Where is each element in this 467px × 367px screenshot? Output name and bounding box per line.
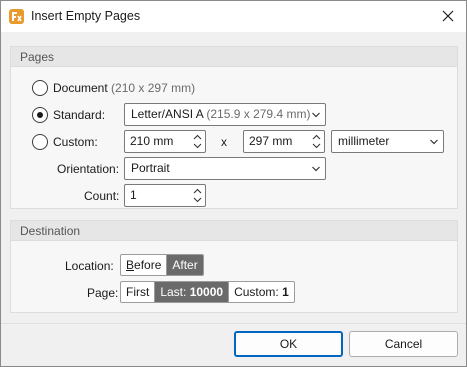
document-label-text: Document [53,81,108,95]
page-label: Page: [87,286,119,300]
standard-size-value: Letter/ANSI A [131,107,204,121]
footer-divider [1,323,466,324]
close-icon [442,10,454,22]
standard-size-select[interactable]: Letter/ANSI A (215.9 x 279.4 mm) [124,103,326,126]
chevron-down-icon [430,139,438,145]
location-before-option[interactable]: Before [121,255,166,275]
custom-x-separator: x [221,135,227,149]
page-last-value: 10000 [189,285,224,299]
custom-label: Custom: [53,135,98,149]
document-size: (210 x 297 mm) [111,81,196,95]
location-after-option[interactable]: After [166,255,203,275]
spinner-arrows-icon[interactable] [312,133,321,150]
location-label: Location: [65,259,114,273]
pages-group-header: Pages [11,47,457,67]
window-title: Insert Empty Pages [31,9,141,23]
page-toggle: First Last: 10000 Custom: 1 [120,281,295,303]
chevron-down-icon [312,112,320,118]
spinner-arrows-icon[interactable] [193,187,202,204]
orientation-label: Orientation: [57,162,120,176]
page-last-label: Last: [160,285,187,299]
unit-select[interactable]: millimeter [331,130,444,153]
chevron-down-icon [312,166,320,172]
title-bar: Insert Empty Pages [1,1,466,32]
custom-height-input[interactable]: 297 mm [243,130,325,153]
count-value: 1 [130,188,137,202]
app-logo-icon [9,9,24,24]
standard-size-dimensions: (215.9 x 279.4 mm) [206,107,311,121]
pages-group: Pages Document (210 x 297 mm) Standard: … [10,46,458,209]
document-label: Document (210 x 297 mm) [53,80,195,96]
insert-empty-pages-dialog: Insert Empty Pages Pages Document (210 x… [0,0,467,367]
document-radio[interactable] [32,80,48,96]
cancel-button[interactable]: Cancel [349,331,458,357]
page-custom-value: 1 [282,285,289,299]
count-label: Count: [84,189,120,203]
close-button[interactable] [436,5,460,27]
standard-radio[interactable] [32,107,48,123]
custom-radio[interactable] [32,134,48,150]
custom-width-input[interactable]: 210 mm [124,130,206,153]
page-custom-option[interactable]: Custom: 1 [228,282,294,302]
custom-width-value: 210 mm [130,134,174,148]
standard-label: Standard: [53,108,106,122]
orientation-value: Portrait [131,161,170,175]
ok-button[interactable]: OK [234,331,343,357]
page-last-option[interactable]: Last: 10000 [154,282,229,302]
custom-height-value: 297 mm [249,134,293,148]
orientation-select[interactable]: Portrait [124,157,326,180]
destination-group-header: Destination [11,221,457,241]
destination-group: Destination Location: Before After Page:… [10,220,458,313]
page-custom-label: Custom: [234,285,279,299]
page-first-option[interactable]: First [121,282,154,302]
spinner-arrows-icon[interactable] [193,133,202,150]
count-input[interactable]: 1 [124,184,206,207]
unit-value: millimeter [338,134,390,148]
location-toggle: Before After [120,254,204,276]
